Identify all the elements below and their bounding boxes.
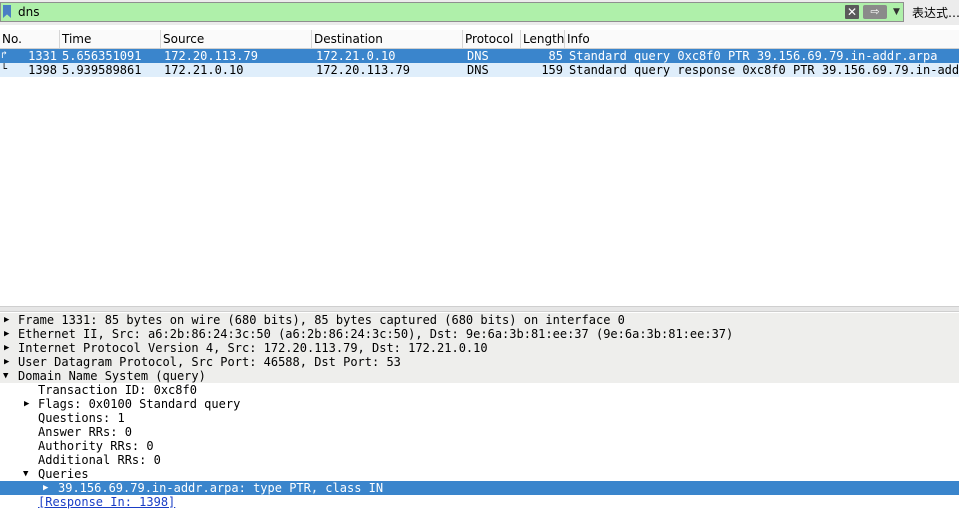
tree-item-label: Additional RRs: 0 [38, 453, 161, 467]
column-header-info[interactable]: Info [565, 30, 959, 48]
tree-item-label: User Datagram Protocol, Src Port: 46588,… [18, 355, 401, 369]
packet-list-header: No. Time Source Destination Protocol Len… [0, 30, 959, 49]
tree-item-dns[interactable]: ▼ Domain Name System (query) [0, 369, 959, 383]
column-header-time[interactable]: Time [60, 30, 161, 48]
packet-no: 1398 [28, 63, 57, 77]
collapse-arrow-icon[interactable]: ▼ [3, 369, 13, 383]
expand-arrow-icon[interactable]: ▶ [4, 341, 14, 355]
clear-filter-icon[interactable]: ✕ [845, 5, 859, 19]
tree-item-ip[interactable]: ▶ Internet Protocol Version 4, Src: 172.… [0, 341, 959, 355]
tree-item-questions[interactable]: Questions: 1 [0, 411, 959, 425]
tree-item-label: Frame 1331: 85 bytes on wire (680 bits),… [18, 313, 625, 327]
tree-item-label: Answer RRs: 0 [38, 425, 132, 439]
display-filter-input[interactable] [18, 4, 838, 20]
display-filter-box[interactable]: ✕ ⇨ ▼ [0, 2, 904, 22]
expand-arrow-icon[interactable]: ▶ [4, 313, 14, 327]
packet-protocol: DNS [467, 63, 489, 77]
tree-item-response-in[interactable]: [Response In: 1398] [0, 495, 959, 509]
packet-destination: 172.21.0.10 [316, 49, 396, 63]
tree-item-frame[interactable]: ▶ Frame 1331: 85 bytes on wire (680 bits… [0, 313, 959, 327]
packet-length: 85 [548, 49, 563, 63]
pane-splitter[interactable] [0, 306, 959, 312]
tree-item-label: Authority RRs: 0 [38, 439, 154, 453]
tree-item-transaction-id[interactable]: Transaction ID: 0xc8f0 [0, 383, 959, 397]
packet-protocol: DNS [467, 49, 489, 63]
tree-item-label: Queries [38, 467, 89, 481]
apply-filter-icon[interactable]: ⇨ [863, 5, 887, 19]
tree-item-query[interactable]: ▶ 39.156.69.79.in-addr.arpa: type PTR, c… [0, 481, 959, 495]
display-filter-toolbar: ✕ ⇨ ▼ 表达式… [0, 0, 959, 25]
packet-row[interactable]: └ 1398 5.939589861 172.21.0.10 172.20.11… [0, 63, 959, 77]
tree-item-authority-rrs[interactable]: Authority RRs: 0 [0, 439, 959, 453]
tree-item-udp[interactable]: ▶ User Datagram Protocol, Src Port: 4658… [0, 355, 959, 369]
packet-info: Standard query 0xc8f0 PTR 39.156.69.79.i… [569, 49, 938, 63]
tree-item-additional-rrs[interactable]: Additional RRs: 0 [0, 453, 959, 467]
tree-item-label: Questions: 1 [38, 411, 125, 425]
packet-no: 1331 [28, 49, 57, 63]
expand-arrow-icon[interactable]: ▶ [24, 397, 34, 411]
response-in-link[interactable]: [Response In: 1398] [38, 495, 175, 509]
expand-arrow-icon[interactable]: ▶ [4, 327, 14, 341]
tree-item-label: Transaction ID: 0xc8f0 [38, 383, 197, 397]
packet-destination: 172.20.113.79 [316, 63, 410, 77]
packet-row[interactable]: ↱ 1331 5.656351091 172.20.113.79 172.21.… [0, 49, 959, 63]
expression-button[interactable]: 表达式… [912, 4, 959, 21]
column-header-no[interactable]: No. [0, 30, 60, 48]
expand-arrow-icon[interactable]: ▶ [4, 355, 14, 369]
packet-info: Standard query response 0xc8f0 PTR 39.15… [569, 63, 959, 77]
tree-item-label: Ethernet II, Src: a6:2b:86:24:3c:50 (a6:… [18, 327, 734, 341]
bookmark-icon[interactable] [3, 5, 11, 18]
packet-time: 5.939589861 [62, 63, 142, 77]
packet-time: 5.656351091 [62, 49, 142, 63]
column-header-source[interactable]: Source [161, 30, 312, 48]
tree-item-flags[interactable]: ▶ Flags: 0x0100 Standard query [0, 397, 959, 411]
tree-item-ethernet[interactable]: ▶ Ethernet II, Src: a6:2b:86:24:3c:50 (a… [0, 327, 959, 341]
packet-length: 159 [541, 63, 563, 77]
tree-item-label: Flags: 0x0100 Standard query [38, 397, 241, 411]
column-header-protocol[interactable]: Protocol [463, 30, 521, 48]
collapse-arrow-icon[interactable]: ▼ [23, 467, 33, 481]
packet-source: 172.20.113.79 [164, 49, 258, 63]
chevron-down-icon[interactable]: ▼ [893, 7, 903, 17]
tree-item-answer-rrs[interactable]: Answer RRs: 0 [0, 425, 959, 439]
tree-item-label: Internet Protocol Version 4, Src: 172.20… [18, 341, 488, 355]
expand-arrow-icon[interactable]: ▶ [43, 481, 53, 495]
column-header-length[interactable]: Length [521, 30, 565, 48]
packet-source: 172.21.0.10 [164, 63, 244, 77]
tree-item-queries[interactable]: ▼ Queries [0, 467, 959, 481]
tree-item-label: Domain Name System (query) [18, 369, 206, 383]
tree-item-label: 39.156.69.79.in-addr.arpa: type PTR, cla… [58, 481, 384, 495]
column-header-destination[interactable]: Destination [312, 30, 463, 48]
